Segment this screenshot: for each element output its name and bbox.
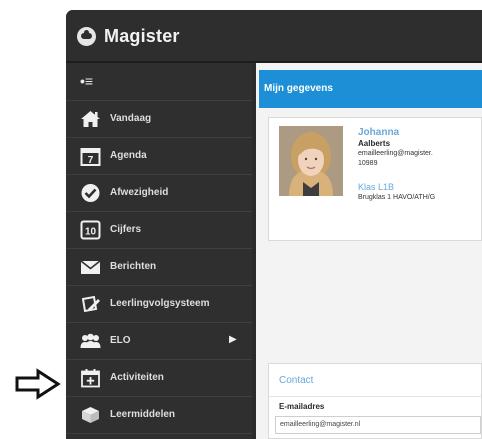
- sidebar: •≡ Vandaag 7 Agenda Afwezigheid 10 Cijfe…: [66, 63, 252, 439]
- sidebar-item-label: Cijfers: [110, 224, 142, 235]
- email-address-value: emailleerling@magister.nl: [280, 421, 361, 428]
- sidebar-item-label: Activiteiten: [110, 372, 164, 383]
- people-group-icon: [80, 333, 101, 348]
- sidebar-item-agenda[interactable]: 7 Agenda: [66, 138, 252, 175]
- sidebar-item-label: Leermiddelen: [110, 409, 176, 420]
- sidebar-item-leerlingvolgsysteem[interactable]: Leerlingvolgsysteem: [66, 286, 252, 323]
- profile-first-name[interactable]: Johanna: [358, 127, 399, 138]
- divider: [269, 396, 481, 397]
- section-header: Mijn gegevens: [259, 70, 482, 108]
- profile-class-description: Brugklas 1 HAVO/ATH/G: [358, 194, 436, 201]
- calendar-7-icon-text: 7: [88, 155, 94, 166]
- home-icon: [81, 111, 100, 127]
- section-title: Mijn gegevens: [264, 83, 333, 94]
- grade-10-icon: 10: [80, 220, 101, 240]
- sidebar-item-cijfers[interactable]: 10 Cijfers: [66, 212, 252, 249]
- notebook-pen-icon: [81, 295, 100, 313]
- profile-last-name: Aalberts: [358, 139, 391, 148]
- sidebar-item-label: Berichten: [110, 261, 157, 272]
- main-content: Mijn gegevens Johanna Aalberts emailleer…: [256, 63, 482, 439]
- books-icon: [82, 407, 99, 423]
- submenu-arrow-icon: ▶: [229, 334, 237, 345]
- email-address-label: E-mailadres: [279, 402, 325, 411]
- contact-card: Contact E-mailadres emailleerling@magist…: [268, 363, 482, 439]
- profile-class-link[interactable]: Klas L1B: [358, 182, 394, 192]
- sidebar-collapse-button[interactable]: •≡: [66, 63, 252, 101]
- sidebar-item-label: ELO: [110, 335, 131, 346]
- student-photo: [279, 126, 343, 196]
- sidebar-item-vandaag[interactable]: Vandaag: [66, 101, 252, 138]
- calendar-plus-icon: [81, 369, 100, 388]
- sidebar-item-label: Leerlingvolgsysteem: [110, 298, 210, 309]
- app-window: Magister •≡ Vandaag 7 Agenda Afwezigheid…: [66, 10, 482, 439]
- grade-10-icon-text: 10: [85, 227, 97, 238]
- calendar-7-icon: 7: [80, 148, 101, 166]
- sidebar-item-label: Vandaag: [110, 113, 152, 124]
- sidebar-item-label: Agenda: [110, 150, 147, 161]
- sidebar-item-leermiddelen[interactable]: Leermiddelen: [66, 397, 252, 434]
- pointer-arrow-icon: [15, 368, 61, 400]
- profile-email: emailleerling@magister.: [358, 150, 433, 157]
- sidebar-item-activiteiten[interactable]: Activiteiten: [66, 360, 252, 397]
- profile-student-number: 10989: [358, 160, 378, 167]
- sidebar-item-label: Afwezigheid: [110, 187, 169, 198]
- profile-card: Johanna Aalberts emailleerling@magister.…: [268, 117, 482, 241]
- collapse-menu-icon[interactable]: •≡: [80, 74, 93, 88]
- envelope-icon: [80, 260, 101, 274]
- email-address-field[interactable]: emailleerling@magister.nl: [275, 416, 481, 434]
- check-circle-icon: [81, 184, 100, 202]
- sidebar-item-berichten[interactable]: Berichten: [66, 249, 252, 286]
- sidebar-item-afwezigheid[interactable]: Afwezigheid: [66, 175, 252, 212]
- magister-logo-icon: [77, 27, 96, 46]
- app-title: Magister: [104, 26, 180, 46]
- sidebar-item-elo[interactable]: ELO ▶: [66, 323, 252, 360]
- title-bar: Magister: [66, 10, 482, 63]
- contact-title: Contact: [279, 375, 314, 386]
